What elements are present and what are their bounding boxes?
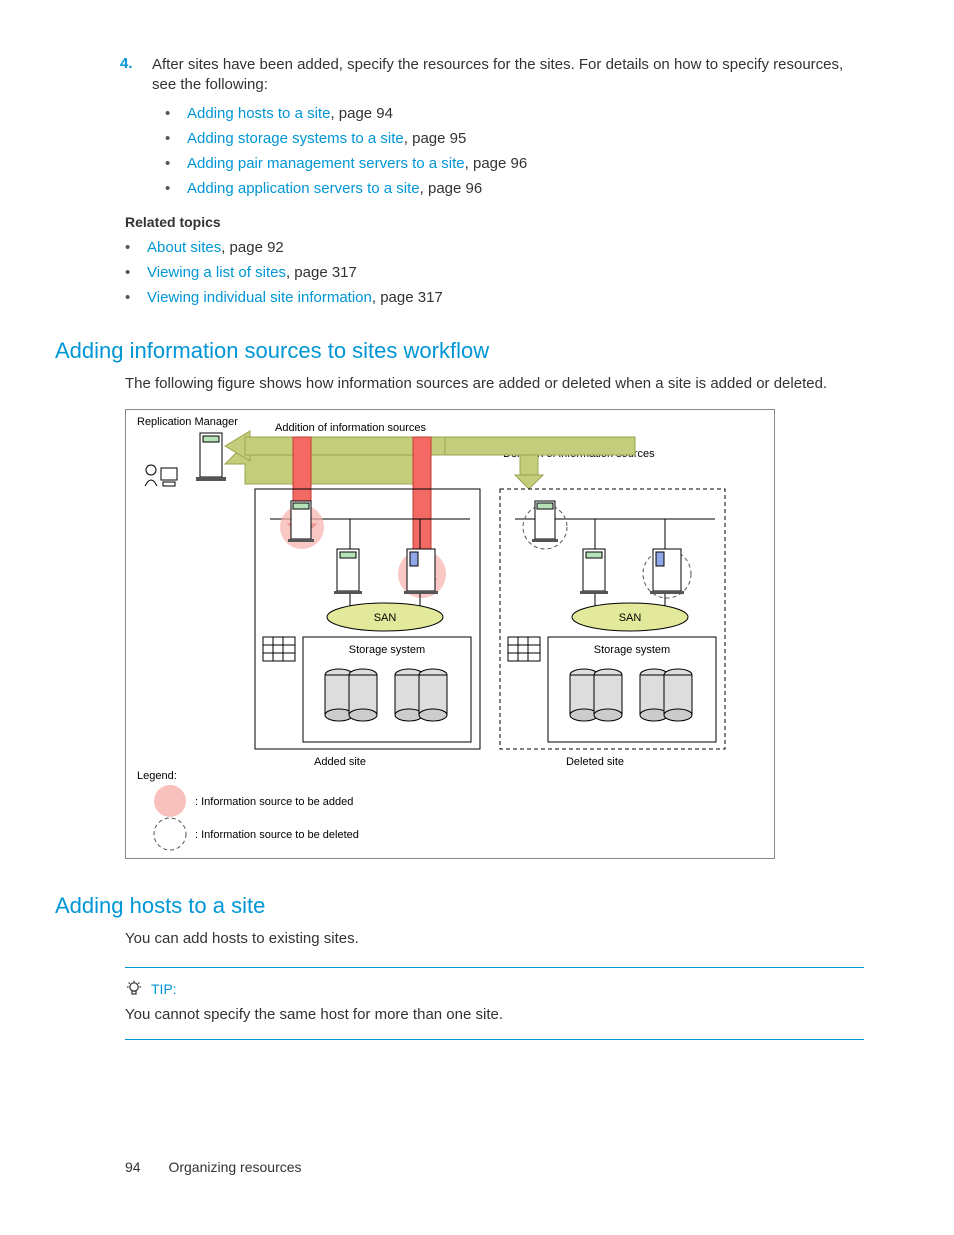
server-icon [580, 549, 608, 594]
legend-del-text: : Information source to be deleted [195, 829, 359, 841]
link-adding-app-servers[interactable]: Adding application servers to a site [187, 180, 420, 197]
link-viewing-individual[interactable]: Viewing individual site information [147, 289, 372, 306]
link-adding-hosts[interactable]: Adding hosts to a site [187, 105, 330, 122]
server-icon [532, 501, 558, 542]
workflow-diagram: Replication Manager Addition of informat… [125, 409, 864, 863]
diag-repmgr-label: Replication Manager [137, 416, 238, 428]
san-label: SAN [374, 612, 397, 624]
storage-cylinders-icon [395, 669, 447, 721]
deletion-arrow [520, 455, 538, 475]
bullet-item: • Adding hosts to a site, page 94 [165, 104, 864, 124]
disk-array-icon [263, 637, 295, 661]
diag-add-label: Addition of information sources [275, 422, 427, 434]
tip-text: You cannot specify the same host for mor… [125, 1006, 864, 1023]
server-icon [288, 501, 314, 542]
storage-cylinders-icon [570, 669, 622, 721]
link-adding-pair-mgmt[interactable]: Adding pair management servers to a site [187, 155, 465, 172]
server-icon [650, 549, 684, 594]
link-viewing-list[interactable]: Viewing a list of sites [147, 264, 286, 281]
bullet-dot: • [125, 263, 135, 283]
bullet-dot: • [165, 129, 175, 149]
section-para: You can add hosts to existing sites. [125, 929, 864, 949]
disk-array-icon [508, 637, 540, 661]
storage-label: Storage system [594, 644, 670, 656]
san-label: SAN [619, 612, 642, 624]
bullet-item: • Adding application servers to a site, p… [165, 179, 864, 199]
related-topics-list: • About sites, page 92 • Viewing a list of… [125, 238, 864, 309]
legend-add-text: : Information source to be added [195, 796, 353, 808]
legend-add-circle [154, 785, 186, 817]
section-heading-workflow: Adding information sources to sites work… [55, 338, 864, 364]
section-heading-adding-hosts: Adding hosts to a site [55, 893, 864, 919]
bullet-dot: • [125, 288, 135, 308]
bullet-item: • About sites, page 92 [125, 238, 864, 258]
document-page: 4. After sites have been added, specify … [0, 0, 954, 1235]
page-ref: , page 92 [221, 239, 284, 256]
chapter-title: Organizing resources [168, 1159, 301, 1175]
tip-label: TIP: [151, 981, 177, 997]
legend-label: Legend: [137, 770, 177, 782]
bullet-dot: • [165, 154, 175, 174]
page-ref: , page 317 [286, 264, 357, 281]
bullet-dot: • [125, 238, 135, 258]
step-text: After sites have been added, specify the… [152, 55, 864, 96]
storage-cylinders-icon [640, 669, 692, 721]
section-para: The following figure shows how informati… [125, 374, 864, 394]
server-icon [196, 433, 226, 481]
step-sub-bullets: • Adding hosts to a site, page 94 • Adding… [165, 104, 864, 200]
page-ref: , page 96 [465, 155, 528, 172]
lightbulb-icon [125, 980, 143, 998]
page-number: 94 [125, 1159, 141, 1175]
link-adding-storage[interactable]: Adding storage systems to a site [187, 130, 404, 147]
page-footer: 94 Organizing resources [125, 1159, 302, 1175]
bullet-item: • Viewing individual site information, pa… [125, 288, 864, 308]
link-about-sites[interactable]: About sites [147, 239, 221, 256]
bullet-dot: • [165, 104, 175, 124]
bullet-dot: • [165, 179, 175, 199]
server-icon [334, 549, 362, 594]
step-number: 4. [120, 55, 138, 96]
bullet-item: • Viewing a list of sites, page 317 [125, 263, 864, 283]
bullet-item: • Adding pair management servers to a sit… [165, 154, 864, 174]
page-ref: , page 94 [330, 105, 393, 122]
deleted-site-label: Deleted site [566, 756, 624, 768]
page-ref: , page 96 [420, 180, 483, 197]
server-icon [404, 549, 438, 594]
storage-cylinders-icon [325, 669, 377, 721]
step-item: 4. After sites have been added, specify … [120, 55, 864, 96]
related-topics-heading: Related topics [125, 214, 864, 230]
bullet-item: • Adding storage systems to a site, page … [165, 129, 864, 149]
added-site-label: Added site [314, 756, 366, 768]
page-ref: , page 95 [404, 130, 467, 147]
page-ref: , page 317 [372, 289, 443, 306]
tip-block: TIP: You cannot specify the same host fo… [125, 967, 864, 1040]
storage-label: Storage system [349, 644, 425, 656]
